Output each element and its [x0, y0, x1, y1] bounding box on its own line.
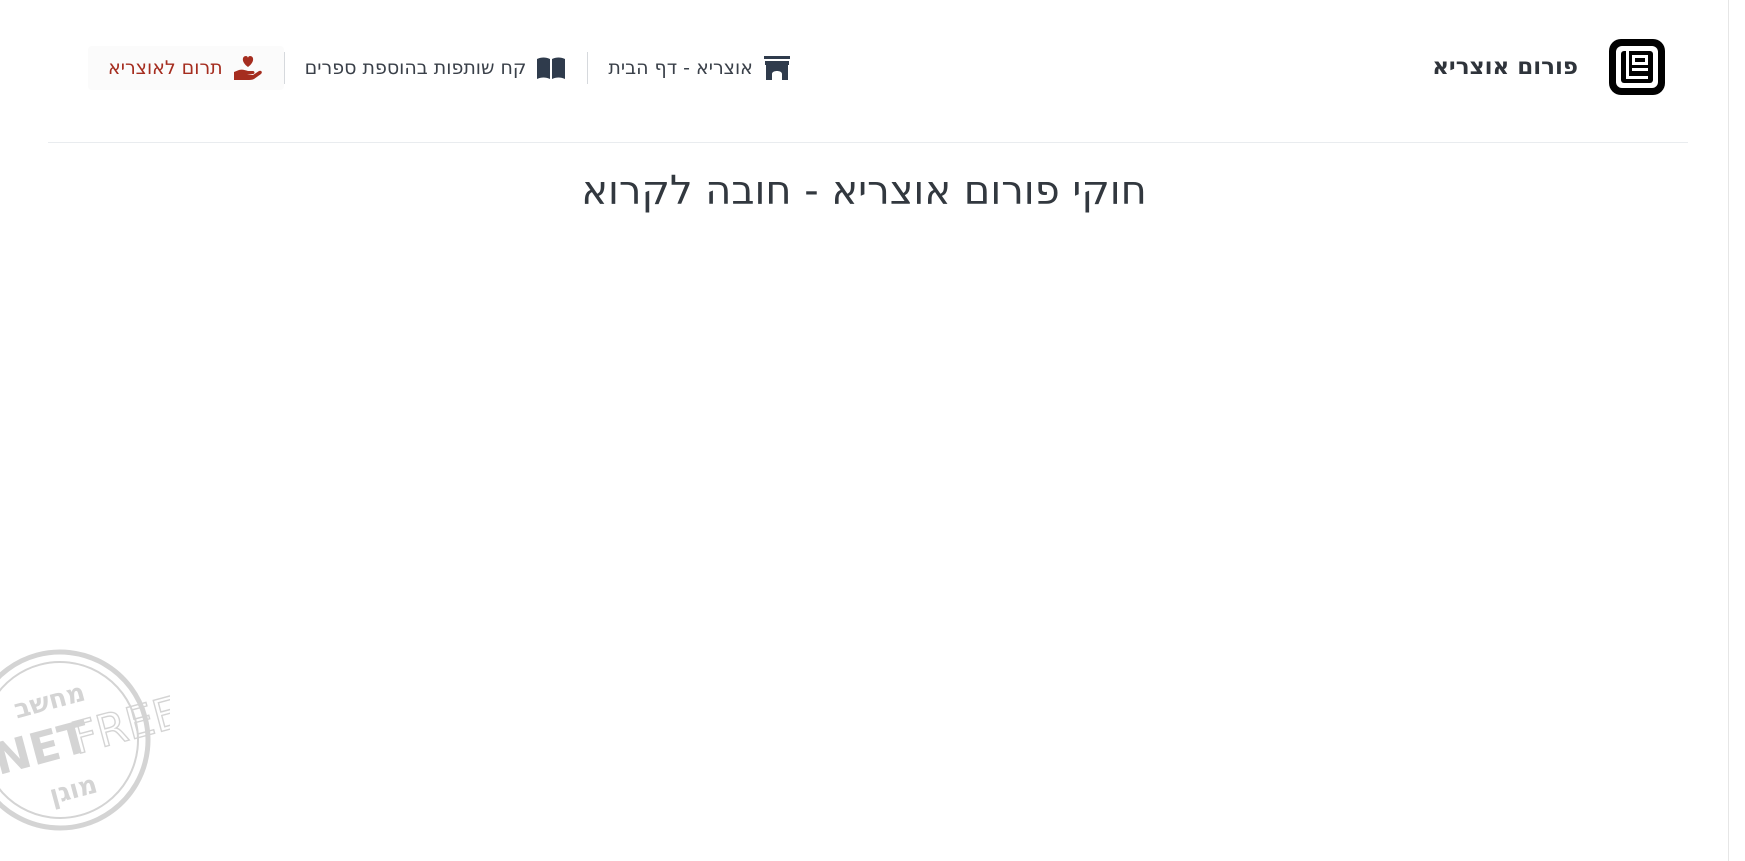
nav-item-label: קח שותפות בהוספת ספרים	[304, 57, 527, 79]
page-title: חוקי פורום אוצריא - חובה לקרוא	[581, 168, 1147, 214]
netfree-stamp-watermark: מחשב NET FREE מוגן	[0, 649, 170, 831]
nav-separator	[283, 52, 285, 84]
nav-item-label: אוצריא - דף הבית	[608, 57, 753, 79]
archway-icon	[763, 56, 790, 80]
nav-item-add-books[interactable]: קח שותפות בהוספת ספרים	[285, 46, 588, 90]
forum-logo-icon	[1609, 39, 1665, 95]
stamp-bottom-text: מוגן	[46, 769, 100, 810]
page: פורום אוצריא תרום לאוצריא קח שותפות בהוס…	[0, 0, 1745, 861]
hand-heart-icon	[233, 56, 262, 80]
nav-item-home[interactable]: אוצריא - דף הבית	[588, 46, 811, 90]
open-book-icon	[537, 57, 566, 79]
scrollbar[interactable]	[1728, 0, 1745, 861]
brand[interactable]: פורום אוצריא	[1432, 36, 1668, 98]
brand-name: פורום אוצריא	[1432, 54, 1578, 80]
site-header: פורום אוצריא תרום לאוצריא קח שותפות בהוס…	[48, 0, 1688, 143]
nav-item-label: תרום לאוצריא	[108, 57, 223, 79]
nav-item-donate[interactable]: תרום לאוצריא	[88, 46, 284, 90]
main-nav: תרום לאוצריא קח שותפות בהוספת ספרים אוצר…	[88, 46, 812, 90]
nav-separator	[587, 52, 589, 84]
